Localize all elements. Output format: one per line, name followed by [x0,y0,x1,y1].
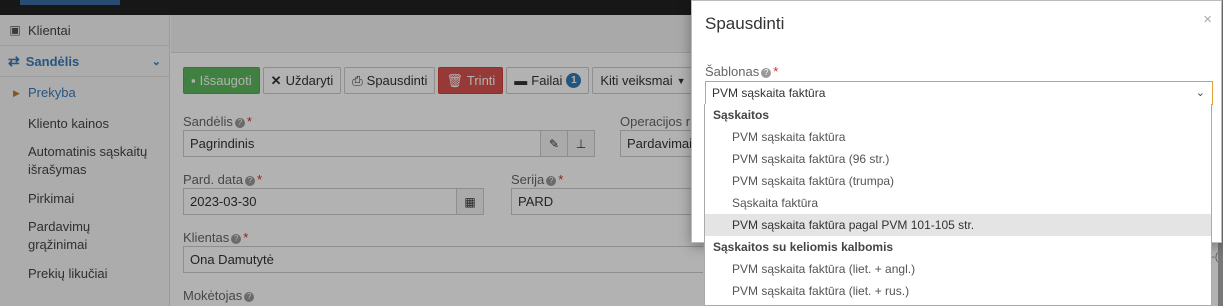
modal-title: Spausdinti [705,14,785,33]
close-icon[interactable]: × [1203,11,1212,28]
required-marker: * [773,64,779,79]
dropdown-option[interactable]: PVM sąskaita faktūra (liet. + angl.) [705,258,1211,280]
dropdown-option[interactable]: PVM sąskaita faktūra [705,126,1211,148]
dropdown-option-highlighted[interactable]: PVM sąskaita faktūra pagal PVM 101-105 s… [705,214,1211,236]
help-icon: ? [761,67,772,78]
template-dropdown-list: Sąskaitos PVM sąskaita faktūra PVM sąska… [704,104,1212,306]
chevron-down-icon: ⌄ [1195,87,1205,99]
dropdown-option[interactable]: PVM sąskaita faktūra (trumpa) [705,170,1211,192]
option-group-label: Sąskaitos [713,108,770,122]
dropdown-option[interactable]: PVM sąskaita faktūra (liet. + rus.) [705,280,1211,302]
dropdown-option[interactable]: Sąskaita faktūra [705,192,1211,214]
dropdown-option[interactable]: PVM sąskaita faktūra (96 str.) [705,148,1211,170]
template-label: Šablonas? * [705,64,779,79]
template-select[interactable]: PVM sąskaita faktūra ⌄ [705,81,1213,105]
option-group-label: Sąskaitos su keliomis kalbomis [713,240,894,254]
